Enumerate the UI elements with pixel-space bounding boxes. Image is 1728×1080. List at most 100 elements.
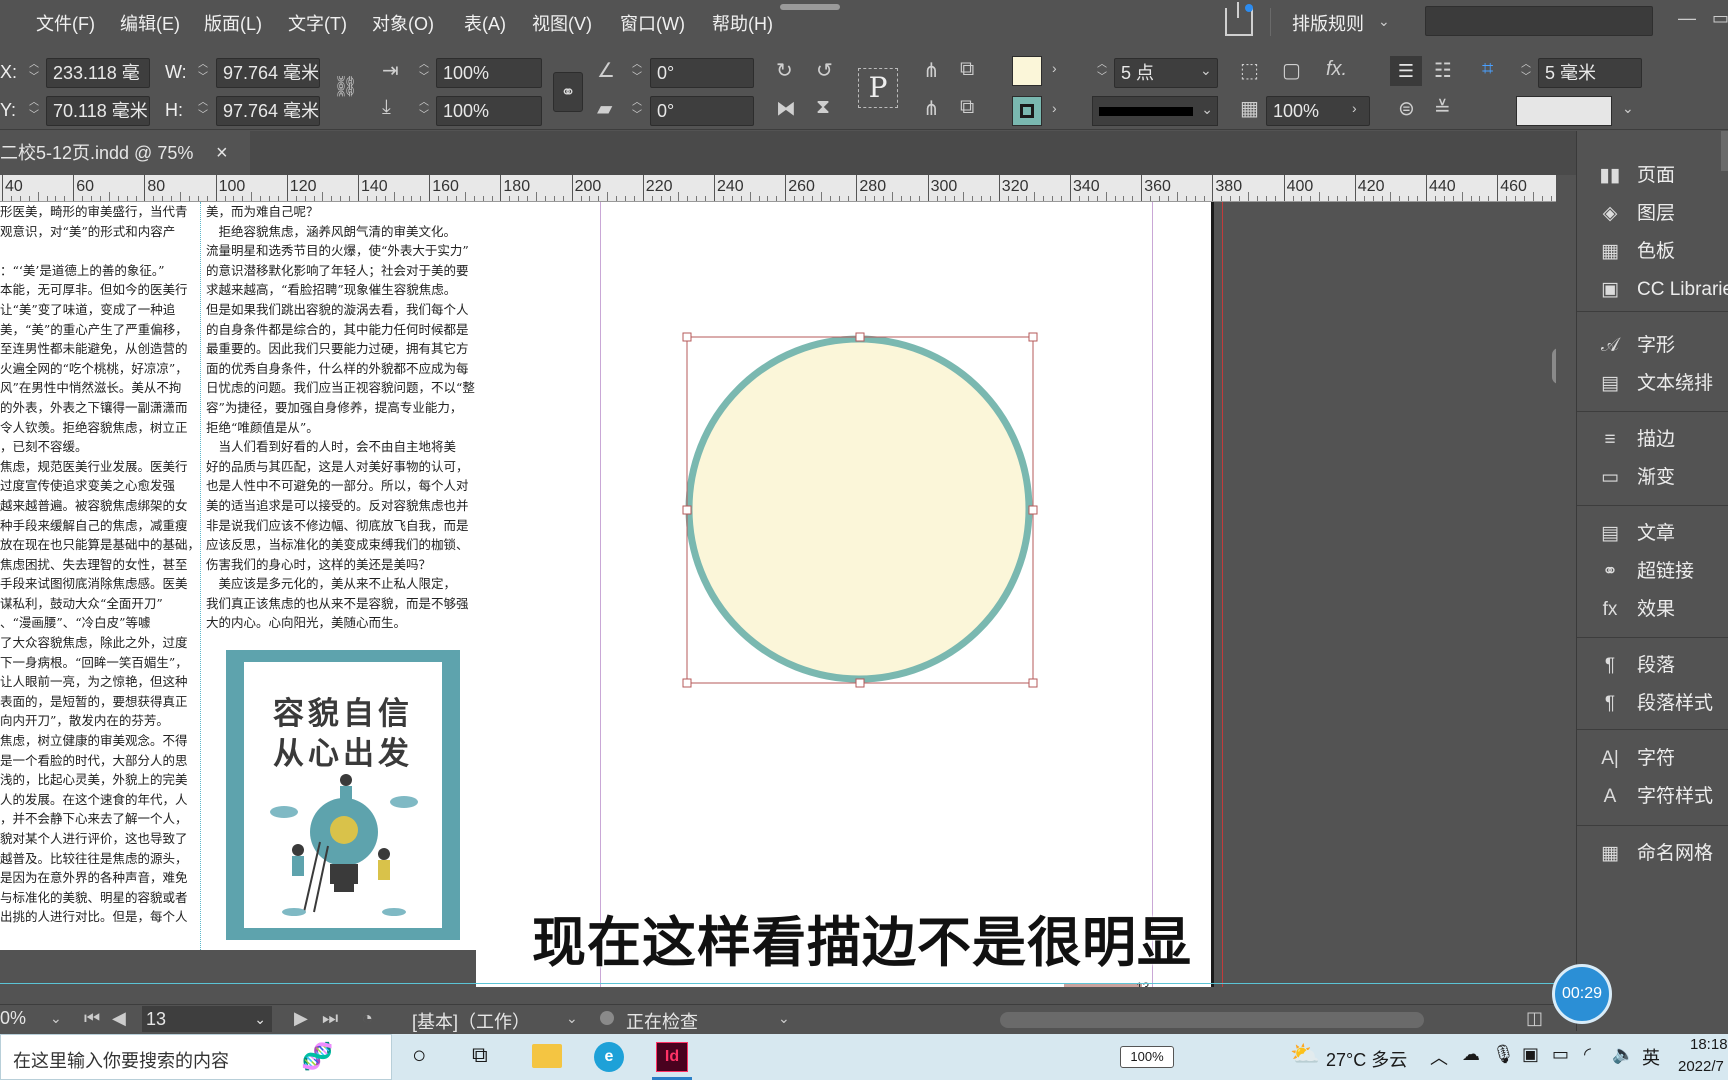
menu-file[interactable]: 文件(F) [36, 10, 95, 36]
restore-icon[interactable]: ▭ [1712, 8, 1728, 29]
microphone-icon[interactable]: 🎙 [1492, 1044, 1515, 1065]
task-view-icon[interactable]: ⧉ [472, 1042, 488, 1068]
indesign-app-icon[interactable]: Id [656, 1042, 688, 1072]
panel-item-glyphs[interactable]: 𝒜 字形 [1595, 327, 1675, 365]
onedrive-icon[interactable]: ☁ [1462, 1044, 1480, 1065]
h-stepper[interactable]: ︿ ﹀ [193, 96, 213, 126]
align-left-icon[interactable]: ☰ [1390, 56, 1422, 86]
panel-item-articles[interactable]: ▤ 文章 [1595, 515, 1675, 553]
stroke-weight-dropdown-icon[interactable]: ⌄ [1200, 62, 1212, 79]
panel-item-hyperlinks[interactable]: ⚭ 超链接 [1595, 553, 1694, 591]
y-field[interactable]: 70.118 毫米 [46, 96, 150, 126]
clock-date[interactable]: 2022/7 [1678, 1058, 1724, 1075]
reference-point-icon[interactable]: P [858, 68, 898, 108]
preflight-profile[interactable]: [基本]（工作） [412, 1008, 530, 1034]
panel-scrollbar[interactable] [1721, 131, 1728, 171]
page-number-field[interactable]: 13 ⌄ [142, 1006, 272, 1032]
panel-item-stroke[interactable]: ≡ 描边 [1595, 421, 1675, 459]
chevron-up-icon[interactable]: ︿ [1430, 1044, 1448, 1070]
w-stepper[interactable]: ︿ ﹀ [193, 58, 213, 88]
circle-frame[interactable] [682, 332, 1042, 692]
rotate-ccw-icon[interactable]: ↺ [816, 58, 833, 83]
vertical-scrollbar[interactable] [1552, 348, 1556, 384]
link-scale-icon[interactable]: ⚭ [553, 72, 583, 112]
menu-table[interactable]: 表(A) [464, 10, 506, 36]
page-preview-icon[interactable]: ◔ [362, 1008, 373, 1029]
scale-x-stepper[interactable]: ︿ ﹀ [414, 58, 434, 88]
taskbar-search-input[interactable]: 在这里输入你要搜索的内容 🧬 [0, 1034, 392, 1080]
cortana-icon[interactable]: ○ [412, 1042, 427, 1070]
prev-page-icon[interactable]: ◀ [112, 1008, 126, 1029]
panel-item-pages[interactable]: ▮▮ 页面 [1595, 157, 1675, 195]
horizontal-scrollbar[interactable] [1000, 1012, 1424, 1028]
align-distribute-icon[interactable]: ≚ [1434, 96, 1451, 121]
last-page-icon[interactable]: ⏭ [322, 1008, 338, 1029]
meet-now-icon[interactable]: ▣ [1522, 1044, 1539, 1065]
minimize-icon[interactable]: — [1678, 8, 1696, 29]
panel-item-text-wrap[interactable]: ▤ 文本绕排 [1595, 365, 1713, 403]
volume-icon[interactable]: 🔈 [1612, 1044, 1634, 1065]
profile-dropdown-icon[interactable]: ⌄ [566, 1010, 578, 1027]
w-field[interactable]: 97.764 毫米 [216, 58, 320, 88]
panel-item-named-grids[interactable]: ▦ 命名网格 [1595, 835, 1713, 873]
panel-item-gradient[interactable]: ▭ 渐变 [1595, 459, 1675, 497]
menu-view[interactable]: 视图(V) [532, 10, 592, 36]
split-view-icon[interactable]: ◫ [1526, 1008, 1543, 1029]
rotate-stepper[interactable]: ︿ ﹀ [627, 58, 647, 88]
constrain-proportions-icon[interactable]: ⛓ [333, 74, 358, 99]
drop-shadow-icon[interactable]: ▢ [1282, 58, 1301, 83]
chevron-down-icon[interactable]: ⌄ [1378, 13, 1390, 30]
x-stepper[interactable]: ︿ ﹀ [24, 58, 44, 88]
input-method-indicator[interactable]: 英 [1642, 1044, 1660, 1070]
corner-options-icon[interactable]: ⌗ [1482, 58, 1493, 81]
scale-y-stepper[interactable]: ︿ ﹀ [414, 96, 434, 126]
scale-x-field[interactable]: 100% [436, 58, 542, 88]
menu-object[interactable]: 对象(O) [372, 10, 434, 36]
zoom-field[interactable]: 0% [0, 1008, 26, 1029]
auto-fit-icon[interactable]: ⊜ [1398, 96, 1415, 121]
horizontal-ruler[interactable]: 40 60 80 100 120 140 160 180 200 220 240 260 280 300 3… [0, 175, 1556, 202]
panel-item-character[interactable]: A| 字符 [1595, 740, 1675, 778]
document-tab[interactable]: 二校5-12页.indd @ 75% × [0, 131, 250, 175]
menu-edit[interactable]: 编辑(E) [120, 10, 180, 36]
fill-swatch[interactable] [1012, 56, 1042, 86]
panel-item-effects[interactable]: fx 效果 [1595, 591, 1675, 629]
text-column-2[interactable]: 美，而为难自己呢？ 拒绝容貌焦虑，涵养风朗气清的审美文化。 流量明星和选秀节目的… [206, 202, 476, 642]
corner-stepper[interactable]: ︿ ﹀ [1516, 58, 1536, 88]
corner-size-field[interactable]: 5 毫米 [1538, 58, 1642, 88]
edge-browser-icon[interactable]: e [594, 1042, 624, 1072]
fx-icon[interactable]: fx. [1326, 58, 1347, 81]
panel-item-cc-libraries[interactable]: ▣ CC Libraries [1595, 271, 1728, 309]
poster-image[interactable]: 容貌自信 从心出发 [226, 650, 460, 940]
y-stepper[interactable]: ︿ ﹀ [24, 96, 44, 126]
text-frame-options-icon[interactable]: ⬚ [1240, 58, 1259, 83]
preflight-dropdown-icon[interactable]: ⌄ [778, 1010, 790, 1027]
stroke-swatch[interactable] [1012, 96, 1042, 126]
menu-layout[interactable]: 版面(L) [204, 10, 262, 36]
share-icon[interactable] [1225, 2, 1253, 36]
menu-help[interactable]: 帮助(H) [712, 10, 773, 36]
panel-item-character-styles[interactable]: A 字符样式 [1595, 778, 1713, 816]
shear-stepper[interactable]: ︿ ﹀ [627, 96, 647, 126]
rotate-cw-icon[interactable]: ↻ [776, 58, 793, 83]
stroke-chevron-icon[interactable]: › [1052, 100, 1057, 116]
zoom-dropdown-icon[interactable]: ⌄ [50, 1010, 62, 1027]
first-page-icon[interactable]: ⏮ [84, 1008, 100, 1029]
clock-time[interactable]: 18:18 [1690, 1036, 1728, 1053]
pasteboard[interactable]: 形医美，畸形的审美盛行，当代青 观意识，对“美”的形式和内容产 ：“‘美’是道德… [0, 202, 1556, 987]
select-content-icon[interactable]: ⧉ [960, 58, 974, 81]
select-container-icon[interactable]: ⋔ [923, 58, 940, 83]
next-page-icon[interactable]: ▶ [294, 1008, 308, 1029]
workspace-switcher[interactable]: 排版规则 [1292, 10, 1364, 36]
panel-item-swatches[interactable]: ▦ 色板 [1595, 233, 1675, 271]
align-center-icon[interactable]: ☷ [1434, 58, 1452, 83]
scale-y-field[interactable]: 100% [436, 96, 542, 126]
menu-window[interactable]: 窗口(W) [620, 10, 685, 36]
corner-shape-chevron-icon[interactable]: ⌄ [1622, 100, 1634, 117]
text-column-1[interactable]: 形医美，畸形的审美盛行，当代青 观意识，对“美”的形式和内容产 ：“‘美’是道德… [0, 202, 194, 942]
h-field[interactable]: 97.764 毫米 [216, 96, 320, 126]
panel-item-paragraph[interactable]: ¶ 段落 [1595, 647, 1675, 685]
corner-shape-select[interactable] [1516, 96, 1612, 126]
panel-item-paragraph-styles[interactable]: ¶ 段落样式 [1595, 685, 1713, 723]
fill-chevron-icon[interactable]: › [1052, 60, 1057, 76]
